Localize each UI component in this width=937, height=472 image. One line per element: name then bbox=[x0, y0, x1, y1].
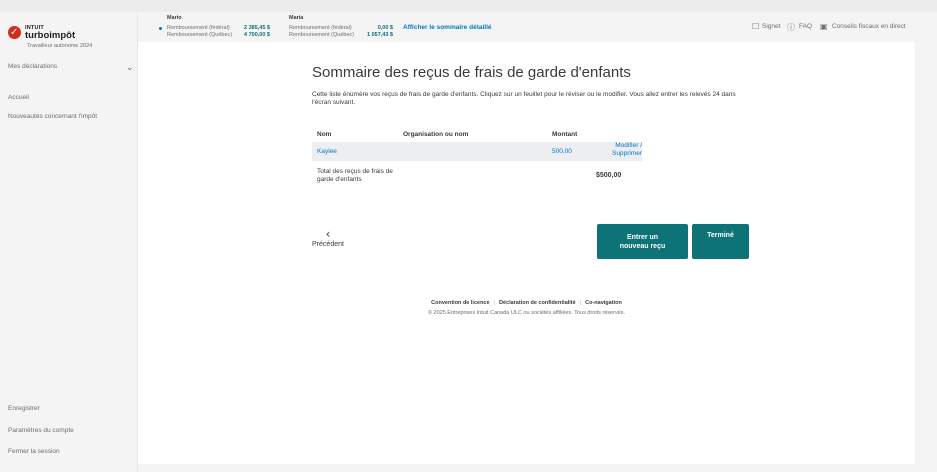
receipt-amount[interactable]: 500,00 bbox=[552, 148, 572, 155]
copyright-text: © 2025 Entreprises Intuit Canada ULC ou … bbox=[427, 310, 626, 316]
receipt-name-link[interactable]: Kaylee bbox=[317, 148, 337, 155]
previous-button[interactable]: ‹ Précédent bbox=[308, 228, 348, 256]
add-receipt-label: Entrer un nouveau reçu bbox=[619, 233, 666, 250]
person1-quebec-label: Remboursement (Québec) bbox=[167, 32, 233, 38]
done-button[interactable]: Terminé bbox=[692, 224, 749, 259]
logo-product-text: turboimpôt bbox=[25, 30, 76, 41]
person2-federal-value: 0,00 $ bbox=[377, 25, 393, 31]
column-header-organization: Organisation ou nom bbox=[403, 131, 469, 138]
product-edition: Travailleur autonome 2024 bbox=[27, 43, 93, 49]
bookmark-link[interactable]: Signet bbox=[762, 23, 780, 30]
faq-link[interactable]: FAQ bbox=[799, 23, 812, 30]
person1-quebec-value: 4 700,00 $ bbox=[244, 32, 270, 38]
sidebar: ✓ INTUIT turboimpôt Travailleur autonome… bbox=[0, 12, 138, 472]
chevron-left-icon: ‹ bbox=[325, 227, 331, 241]
column-header-name: Nom bbox=[317, 131, 332, 138]
person1-federal-label: Remboursement (fédéral) bbox=[167, 25, 230, 31]
person2-quebec-label: Remboursement (Québec) bbox=[289, 32, 355, 38]
bookmark-icon[interactable]: ☐ bbox=[752, 22, 759, 31]
person1-federal-value: 2 385,45 $ bbox=[244, 25, 270, 31]
column-header-amount: Montant bbox=[552, 131, 578, 138]
edit-delete-link[interactable]: Modifier / Supprimer bbox=[596, 142, 642, 158]
add-receipt-button[interactable]: Entrer un nouveau reçu bbox=[597, 224, 688, 259]
person2-name: Maria bbox=[289, 15, 304, 21]
person2-quebec-value: 1 057,43 $ bbox=[367, 32, 393, 38]
footer-divider: | bbox=[579, 300, 582, 306]
main-content: Sommaire des reçus de frais de garde d'e… bbox=[138, 42, 915, 464]
privacy-link[interactable]: Déclaration de confidentialité bbox=[499, 300, 576, 306]
live-tax-advice-link[interactable]: Conseils fiscaux en direct bbox=[832, 23, 906, 30]
done-label: Terminé bbox=[707, 232, 734, 239]
person1-name: Mario bbox=[167, 15, 182, 21]
previous-label: Précédent bbox=[312, 241, 344, 248]
conavigation-link[interactable]: Co-navigation bbox=[585, 300, 622, 306]
sidebar-item-save[interactable]: Enregistrer bbox=[8, 405, 40, 412]
help-icon[interactable]: ⓘ bbox=[787, 22, 795, 33]
chevron-down-icon[interactable]: ⌄ bbox=[126, 63, 134, 73]
sidebar-item-home[interactable]: Accueil bbox=[8, 94, 29, 101]
active-person-dot-icon bbox=[159, 27, 162, 30]
sidebar-item-tax-news[interactable]: Nouveautés concernant l'impôt bbox=[8, 113, 97, 120]
sidebar-item-sign-out[interactable]: Fermer la session bbox=[8, 448, 60, 455]
intro-text: Cette liste énumère vos reçus de frais d… bbox=[312, 91, 736, 106]
detailed-summary-link[interactable]: Afficher le sommaire détaillé bbox=[403, 24, 492, 31]
page-title: Sommaire des reçus de frais de garde d'e… bbox=[312, 64, 631, 81]
footer-divider: | bbox=[493, 300, 495, 306]
person2-federal-label: Remboursement (fédéral) bbox=[289, 25, 352, 31]
refund-bar: Mario Remboursement (fédéral) 2 385,45 $… bbox=[138, 12, 937, 41]
total-label: Total des reçus de frais de garde d'enfa… bbox=[317, 168, 393, 183]
sidebar-item-my-returns[interactable]: Mes déclarations bbox=[8, 63, 57, 70]
table-row[interactable] bbox=[312, 142, 642, 161]
license-link[interactable]: Convention de licence bbox=[431, 300, 489, 306]
total-value: $500,00 bbox=[596, 172, 622, 179]
logo-check-icon: ✓ bbox=[8, 26, 21, 39]
sidebar-item-account-settings[interactable]: Paramètres du compte bbox=[8, 427, 74, 434]
live-advice-icon[interactable]: ▣ bbox=[820, 22, 828, 31]
footer-links: Convention de licence | Déclaration de con… bbox=[138, 300, 915, 306]
